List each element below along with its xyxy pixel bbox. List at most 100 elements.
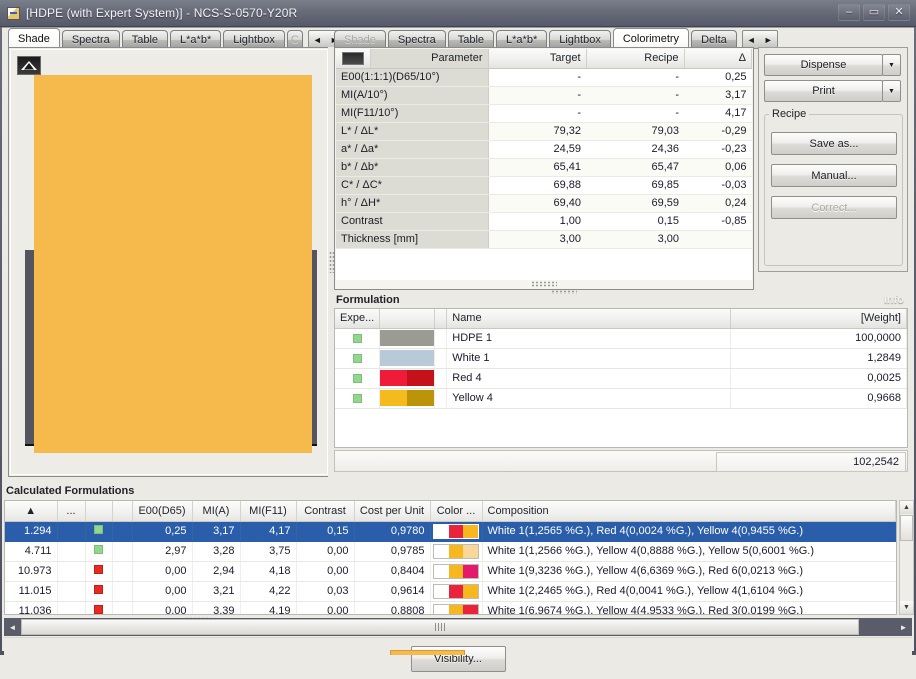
calc-col-color[interactable]: Color ... xyxy=(430,501,483,522)
calc-col-mia[interactable]: MI(A) xyxy=(192,501,241,522)
calc-col-status[interactable] xyxy=(85,501,113,522)
table-row[interactable]: C* / ΔC* 69,88 69,85 -0,03 xyxy=(336,176,752,195)
shade-home-icon[interactable] xyxy=(17,56,41,75)
scroll-right-icon[interactable]: ► xyxy=(895,619,912,635)
formulation-swatch-cell xyxy=(379,368,436,389)
calculated-grid-scrollarea[interactable]: ▲ ... E00(D65) MI(A) MI(F11) Contrast Co… xyxy=(4,500,897,615)
taskbar-window-tab[interactable] xyxy=(390,650,465,655)
table-row[interactable]: h° / ΔH* 69,40 69,59 0,24 xyxy=(336,194,752,213)
scroll-up-icon[interactable]: ▲ xyxy=(900,501,913,514)
calc-cost: 0,9614 xyxy=(354,581,431,602)
print-dropdown-button[interactable]: ▼ xyxy=(882,80,901,102)
colorimetry-delta: 0,24 xyxy=(684,194,752,213)
manual-button[interactable]: Manual... xyxy=(771,164,897,187)
left-tab-prev-icon[interactable]: ◄ xyxy=(309,31,326,48)
minimize-button[interactable]: – xyxy=(838,4,860,21)
window-titlebar[interactable]: [HDPE (with Expert System)] - NCS-S-0570… xyxy=(0,0,916,27)
colorimetry-col-delta[interactable]: Δ xyxy=(684,49,752,69)
calc-color-cell xyxy=(430,561,483,582)
dispense-dropdown-button[interactable]: ▼ xyxy=(882,54,901,76)
colorimetry-recipe: 69,85 xyxy=(586,176,684,195)
shade-color-swatch[interactable] xyxy=(34,75,312,453)
formulation-col-name[interactable]: Name xyxy=(446,309,732,329)
shade-preview-panel xyxy=(8,47,330,477)
tab-colorimetry-right[interactable]: Colorimetry xyxy=(612,28,690,49)
maximize-button[interactable]: ▭ xyxy=(863,4,885,21)
calc-mif11: 4,18 xyxy=(240,561,297,582)
formulation-expert-cell xyxy=(335,388,381,409)
table-row[interactable]: E00(1:1:1)(D65/10°) - -0,25 xyxy=(336,68,752,87)
calc-col-ellipsis[interactable]: ... xyxy=(57,501,86,522)
calc-col-mif11[interactable]: MI(F11) xyxy=(240,501,297,522)
calc-ellipsis xyxy=(57,581,86,602)
dispense-button[interactable]: Dispense xyxy=(764,54,883,76)
table-row[interactable]: White 1 1,2849 xyxy=(335,348,907,369)
formulation-grid-scrollarea[interactable]: Expe... Name [Weight] HDPE 1 100,0000 Whit… xyxy=(334,308,908,448)
close-button[interactable]: ✕ xyxy=(888,4,910,21)
colorimetry-grid-scrollarea[interactable]: Parameter Target Recipe Δ E00(1:1:1)(D65… xyxy=(336,49,752,280)
right-tab-prev-icon[interactable]: ◄ xyxy=(743,31,760,48)
right-tab-next-icon[interactable]: ► xyxy=(760,31,777,48)
calc-col-flag[interactable] xyxy=(112,501,133,522)
print-button[interactable]: Print xyxy=(764,80,883,102)
table-row[interactable]: b* / Δb* 65,41 65,47 0,06 xyxy=(336,158,752,177)
table-row[interactable]: Yellow 4 0,9668 xyxy=(335,388,907,409)
table-row[interactable]: a* / Δa* 24,59 24,36 -0,23 xyxy=(336,140,752,159)
colorimetry-col-thumb[interactable] xyxy=(336,49,371,69)
tab-shade-left[interactable]: Shade xyxy=(8,28,60,49)
scroll-down-icon[interactable]: ▼ xyxy=(900,601,913,614)
colorimetry-col-target[interactable]: Target xyxy=(488,49,587,69)
table-row[interactable]: 11.036 0,00 3,39 4,19 0,00 0,8808 White 1(6,96… xyxy=(5,601,896,614)
calc-col-composition[interactable]: Composition xyxy=(482,501,896,522)
formulation-total-row: 102,2542 xyxy=(334,450,908,472)
colorimetry-target: 69,40 xyxy=(488,194,586,213)
app-icon xyxy=(7,6,20,20)
thumbnail-icon xyxy=(341,51,364,65)
calc-col-contrast[interactable]: Contrast xyxy=(296,501,355,522)
calc-contrast: 0,03 xyxy=(296,581,355,602)
hscroll-track[interactable] xyxy=(21,619,895,635)
formulation-col-swatch[interactable] xyxy=(379,309,436,329)
save-as-button[interactable]: Save as... xyxy=(771,132,897,155)
calc-col-e00[interactable]: E00(D65) xyxy=(132,501,193,522)
formulation-info-label[interactable]: Info xyxy=(884,294,904,306)
table-row[interactable]: 4.711 2,97 3,28 3,75 0,00 0,9785 White 1(1,256… xyxy=(5,541,896,562)
calc-contrast: 0,00 xyxy=(296,601,355,614)
table-row[interactable]: HDPE 1 100,0000 xyxy=(335,328,907,349)
colorimetry-resize-grip[interactable] xyxy=(531,281,557,287)
table-row[interactable]: Thickness [mm] 3,00 3,00 xyxy=(336,230,752,249)
table-row[interactable]: L* / ΔL* 79,32 79,03 -0,29 xyxy=(336,122,752,141)
expert-status-icon xyxy=(352,353,362,363)
table-row[interactable]: MI(A/10°) - -3,17 xyxy=(336,86,752,105)
formulation-col-spacer[interactable] xyxy=(434,309,448,329)
calc-composition: White 1(6,9674 %G.), Yellow 4(4,9533 %G.… xyxy=(482,601,896,614)
colorimetry-parameter: MI(A/10°) xyxy=(336,86,489,105)
scroll-left-icon[interactable]: ◄ xyxy=(4,619,21,635)
expert-status-icon xyxy=(352,333,362,343)
calc-col-cost[interactable]: Cost per Unit xyxy=(354,501,431,522)
table-row[interactable]: 11.015 0,00 3,21 4,22 0,03 0,9614 White 1(2,24… xyxy=(5,581,896,602)
table-row[interactable]: Contrast 1,00 0,15 -0,85 xyxy=(336,212,752,231)
calc-col-sort[interactable]: ▲ xyxy=(5,501,58,522)
application-window: [HDPE (with Expert System)] - NCS-S-0570… xyxy=(0,0,916,679)
table-row[interactable]: 1.294 0,25 3,17 4,17 0,15 0,9780 White 1(1,256… xyxy=(5,521,896,542)
formulation-col-expert[interactable]: Expe... xyxy=(335,309,381,329)
table-row[interactable]: 10.973 0,00 2,94 4,18 0,00 0,8404 White 1(9,32… xyxy=(5,561,896,582)
colorimetry-col-recipe[interactable]: Recipe xyxy=(586,49,685,69)
hscroll-thumb[interactable] xyxy=(21,619,859,635)
colorimetry-target: 65,41 xyxy=(488,158,586,177)
calculated-vertical-scrollbar[interactable]: ▲ ▼ xyxy=(899,500,914,615)
colorimetry-col-parameter[interactable]: Parameter xyxy=(370,49,489,69)
calc-e00: 0,25 xyxy=(132,521,193,542)
recipe-color-swatch xyxy=(433,543,479,559)
table-row[interactable]: Red 4 0,0025 xyxy=(335,368,907,389)
calc-e00: 0,00 xyxy=(132,601,193,614)
calc-composition: White 1(1,2566 %G.), Yellow 4(0,8888 %G.… xyxy=(482,541,896,562)
recipe-color-swatch xyxy=(433,583,479,599)
colorant-swatch xyxy=(380,350,435,366)
main-horizontal-scrollbar[interactable]: ◄ ► xyxy=(4,618,912,636)
formulation-col-weight[interactable]: [Weight] xyxy=(730,309,907,329)
scroll-thumb[interactable] xyxy=(900,515,913,541)
table-row[interactable]: MI(F11/10°) - -4,17 xyxy=(336,104,752,123)
calc-ellipsis xyxy=(57,601,86,614)
